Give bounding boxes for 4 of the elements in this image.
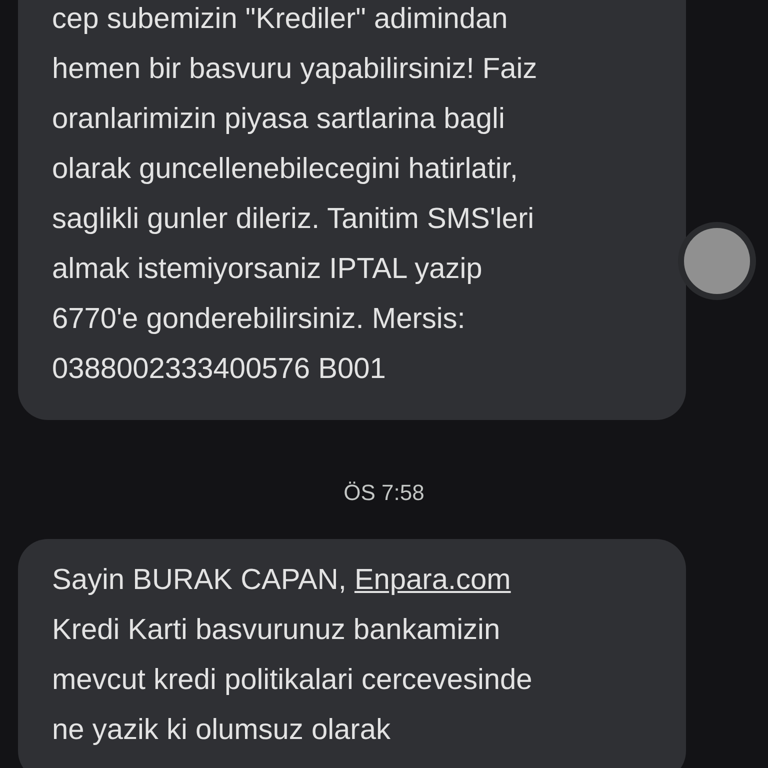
message-text: Sayin BURAK CAPAN, Enpara.com Kredi Karti basvurunuz bankamizin mevcut kredi politikalari cercevesinde ne yazik ki olumsuz olarak — [52, 563, 534, 748]
message-timestamp: ÖS 7:58 — [344, 479, 424, 507]
message-text: cep subemizin "Krediler" adimindan hemen bir basvuru yapabilirsiniz! Faiz oranlarimizin piyasa sartlarina bagli olarak guncellenebilecegini hatirlatir, saglikli gunler dileriz. Tanitim SMS'leri almak istemiyorsaniz IPTAL yazip 6770'e gonderebilirsiniz. Mersis: 0388002333400576 B001 — [52, 2, 538, 387]
link[interactable]: Enpara.com — [354, 564, 511, 596]
